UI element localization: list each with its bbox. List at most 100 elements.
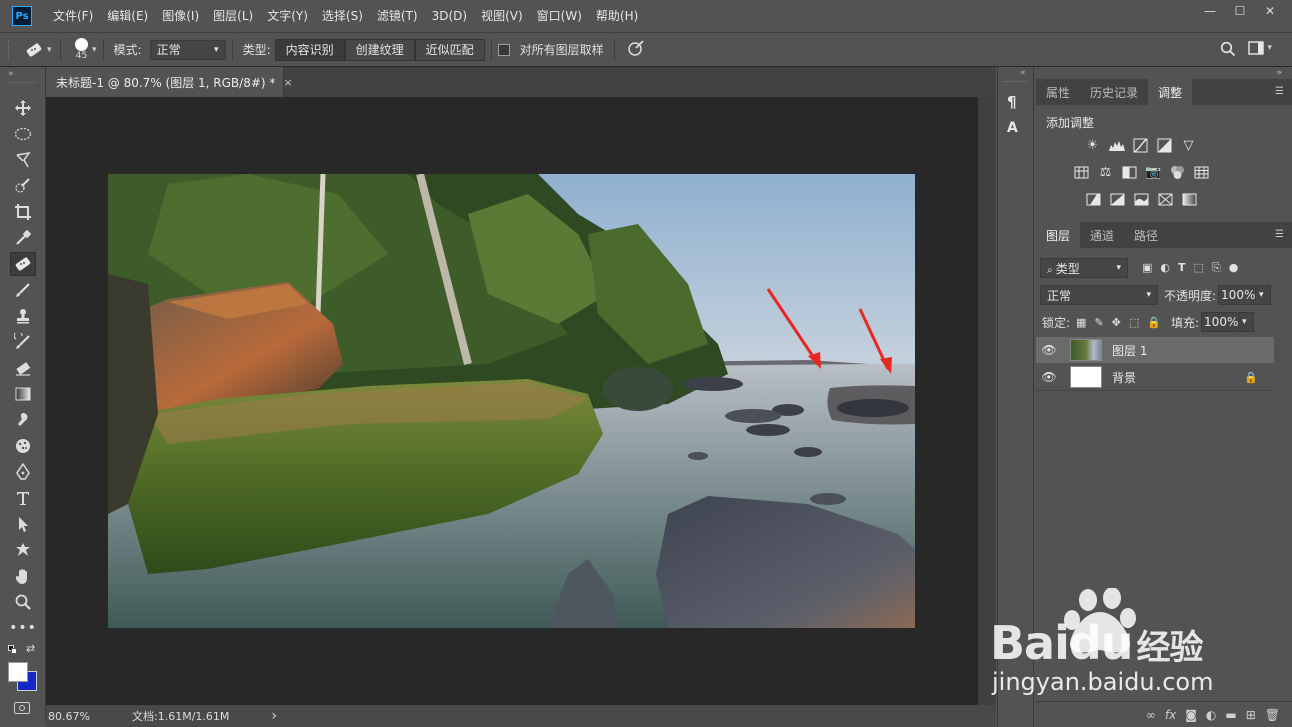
delete-layer-icon[interactable]: 🗑 [1265,708,1280,722]
tab-adjustments[interactable]: 调整 [1148,79,1193,105]
sponge-tool-icon[interactable] [10,434,36,458]
filter-smart-object-icon[interactable]: ⎘ [1212,261,1221,275]
hand-tool-icon[interactable] [10,564,36,588]
document-canvas-image[interactable] [108,174,915,628]
workspace-switcher-icon[interactable]: ▾ [1248,41,1272,55]
menu-image[interactable]: 图像(I) [155,0,206,32]
document-tab[interactable]: 未标题-1 @ 80.7% (图层 1, RGB/8#) * × [46,67,293,97]
collapse-panel-icon[interactable]: » [8,69,14,79]
channel-mixer-icon[interactable] [1168,163,1187,181]
gradient-map-icon[interactable] [1180,190,1199,208]
more-tools-icon[interactable]: ••• [9,616,36,640]
close-icon[interactable]: ✕ [1256,2,1284,20]
brightness-contrast-icon[interactable]: ☀ [1083,136,1102,154]
black-white-icon[interactable] [1120,163,1139,181]
menu-window[interactable]: 窗口(W) [530,0,589,32]
add-mask-icon[interactable]: ◙ [1185,708,1197,722]
fill-dropdown[interactable]: ▾ [1238,312,1255,332]
opacity-dropdown[interactable]: ▾ [1255,285,1272,305]
search-icon[interactable] [1220,41,1236,60]
layer-name[interactable]: 背景 [1112,369,1136,386]
layer-name[interactable]: 图层 1 [1112,342,1147,359]
threshold-icon[interactable] [1132,190,1151,208]
filter-adjustment-icon[interactable]: ◐ [1160,261,1170,275]
panel-menu-icon[interactable]: ☰ [1275,86,1284,97]
zoom-level[interactable]: 80.67% [48,710,128,723]
fill-input[interactable]: 100% [1201,312,1238,332]
tab-layers[interactable]: 图层 [1036,222,1081,248]
proximity-match-button[interactable]: 近似匹配 [414,38,485,61]
default-colors-icon[interactable] [8,645,18,655]
layer-row-2[interactable]: 👁 背景 🔒 [1036,364,1274,390]
menu-3d[interactable]: 3D(D) [425,0,474,32]
eraser-icon[interactable] [10,356,36,380]
lock-transparency-icon[interactable]: ▦ [1076,316,1086,329]
clone-stamp-icon[interactable] [10,304,36,328]
exposure-icon[interactable] [1155,136,1174,154]
smudge-tool-icon[interactable] [10,408,36,432]
filter-toggle-icon[interactable]: ● [1229,261,1239,275]
menu-file[interactable]: 文件(F) [46,0,100,32]
blend-mode-select[interactable]: 正常 ▾ [1040,285,1158,305]
vibrance-icon[interactable]: ▽ [1179,136,1198,154]
elliptical-marquee-icon[interactable] [10,122,36,146]
gradient-tool-icon[interactable] [10,382,36,406]
quick-selection-icon[interactable] [10,174,36,198]
lasso-tool-icon[interactable] [10,148,36,172]
menu-layer[interactable]: 图层(L) [206,0,260,32]
pressure-size-icon[interactable] [627,39,645,60]
pen-tool-icon[interactable] [10,460,36,484]
quick-mask-icon[interactable] [14,702,30,714]
menu-view[interactable]: 视图(V) [474,0,530,32]
opacity-input[interactable]: 100% [1218,285,1255,305]
tab-properties[interactable]: 属性 [1036,79,1080,105]
hue-saturation-icon[interactable] [1072,163,1091,181]
invert-icon[interactable] [1084,190,1103,208]
filter-type-icon[interactable]: T [1178,261,1186,275]
tab-paths[interactable]: 路径 [1124,222,1168,248]
collapse-panel-icon[interactable]: » [1276,68,1282,78]
tab-history[interactable]: 历史记录 [1080,79,1148,105]
spot-healing-brush-icon[interactable] [10,252,36,276]
visibility-eye-icon[interactable]: 👁 [1036,370,1062,384]
menu-select[interactable]: 选择(S) [315,0,370,32]
crop-tool-icon[interactable] [10,200,36,224]
brush-size-picker[interactable]: 45 ▾ [75,38,97,61]
visibility-eye-icon[interactable]: 👁 [1036,343,1062,357]
filter-shape-icon[interactable]: ⬚ [1194,261,1204,275]
lock-artboard-icon[interactable]: ⬚ [1129,316,1139,329]
character-panel-icon[interactable]: A [1007,120,1018,136]
filter-pixel-icon[interactable]: ▣ [1142,261,1152,275]
posterize-icon[interactable] [1108,190,1127,208]
layer-filter-select[interactable]: ⌕ 类型 ▾ [1040,258,1128,278]
collapse-panel-icon[interactable]: « [1020,68,1026,78]
color-balance-icon[interactable]: ⚖ [1096,163,1115,181]
menu-edit[interactable]: 编辑(E) [100,0,155,32]
photo-filter-icon[interactable]: 📷 [1144,163,1163,181]
content-aware-button[interactable]: 内容识别 [274,38,345,61]
levels-icon[interactable] [1107,136,1126,154]
mode-select[interactable]: 正常 ▾ [149,39,226,60]
lock-pixels-icon[interactable]: ✎ [1094,316,1103,329]
type-tool-icon[interactable] [10,486,36,510]
paragraph-panel-icon[interactable]: ¶ [1007,93,1017,111]
curves-icon[interactable] [1131,136,1150,154]
zoom-tool-icon[interactable] [10,590,36,614]
menu-type[interactable]: 文字(Y) [260,0,315,32]
new-layer-icon[interactable]: ⊞ [1246,708,1256,722]
link-layers-icon[interactable]: ∞ [1146,708,1156,722]
healing-brush-preset-icon[interactable]: ▾ [24,41,54,59]
custom-shape-icon[interactable] [10,538,36,562]
menu-help[interactable]: 帮助(H) [589,0,645,32]
history-brush-icon[interactable] [10,330,36,354]
brush-tool-icon[interactable] [10,278,36,302]
lock-all-icon[interactable]: 🔒 [1147,316,1161,329]
color-lookup-icon[interactable] [1192,163,1211,181]
menu-filter[interactable]: 滤镜(T) [370,0,425,32]
new-adjustment-layer-icon[interactable]: ◐ [1206,708,1216,722]
new-group-icon[interactable]: ▬ [1225,708,1236,722]
foreground-color-swatch[interactable] [8,662,28,682]
selective-color-icon[interactable] [1156,190,1175,208]
path-selection-icon[interactable] [10,512,36,536]
create-texture-button[interactable]: 创建纹理 [344,38,415,61]
